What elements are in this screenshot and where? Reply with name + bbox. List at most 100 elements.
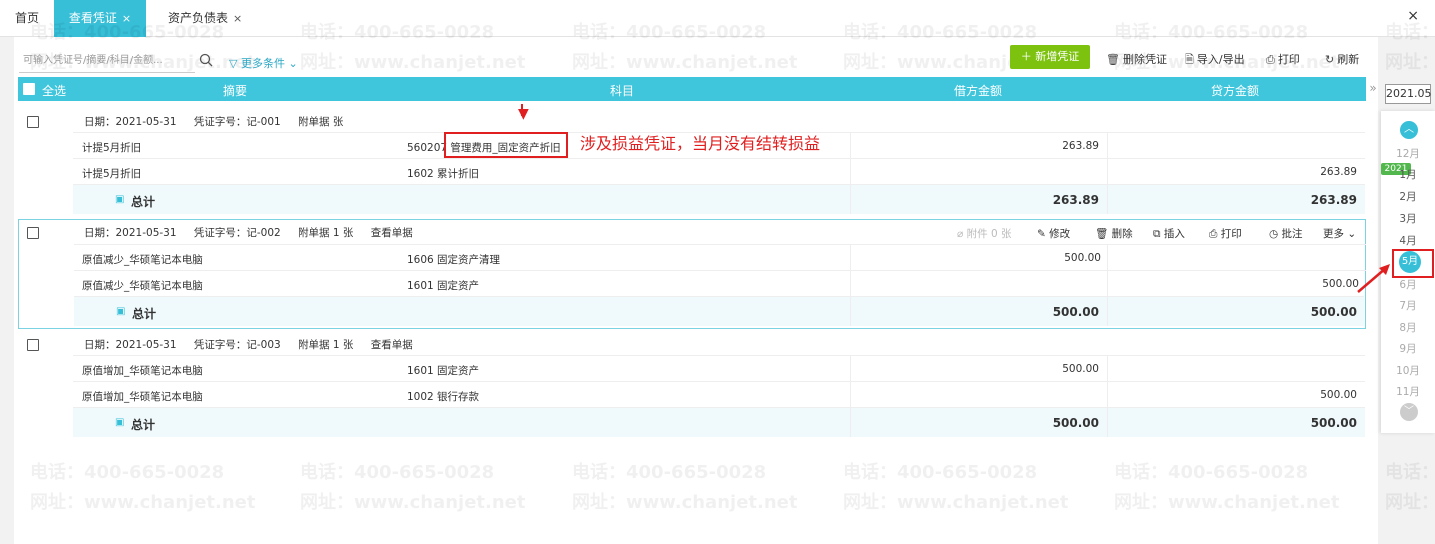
row-debit: 500.00 (1062, 363, 1099, 375)
month-item[interactable]: 3月 (1381, 211, 1435, 226)
column-divider (1107, 356, 1108, 381)
arrow-down-icon: ▼ (518, 106, 529, 122)
voucher-date: 日期：2021-05-31 (84, 339, 177, 351)
voucher-number[interactable]: 凭证字号：记-002 (194, 227, 281, 239)
watermark-site: 网址：www.chanjet.net (1385, 492, 1435, 513)
watermark-phone: 电话：400-665-0028 (1385, 462, 1435, 483)
new-voucher-button[interactable]: ＋ 新增凭证 (1010, 45, 1090, 69)
month-item[interactable]: 4月 (1381, 233, 1435, 248)
voucher-attachments: 附单据 1 张 (298, 339, 354, 351)
insert-label: 插入 (1163, 228, 1185, 240)
print-label: 打印 (1277, 53, 1300, 66)
delete-voucher-button[interactable]: 🗑 删除凭证 (1106, 51, 1167, 67)
insert-button[interactable]: ⧉ 插入 (1153, 226, 1185, 241)
view-documents-link[interactable]: 查看单据 (371, 339, 413, 351)
search-input[interactable]: 可输入凭证号/摘要/科目/金额... (19, 51, 195, 73)
column-divider (850, 271, 851, 296)
total-debit: 500.00 (1052, 305, 1099, 319)
select-all-label: 全选 (42, 84, 67, 98)
select-all-checkbox[interactable] (23, 83, 35, 95)
delete-label: 删除 (1111, 228, 1133, 240)
expand-panel-icon[interactable]: » (1366, 77, 1380, 101)
total-label: 总计 (132, 307, 157, 321)
year-selector[interactable]: 2021.05 (1385, 84, 1432, 104)
import-export-button[interactable]: 🗎 导入/导出 (1185, 51, 1245, 70)
column-divider (850, 185, 851, 214)
print-button[interactable]: ⎙ 打印 (1266, 51, 1300, 67)
more-actions-button[interactable]: 更多 ⌄ (1323, 226, 1356, 241)
column-divider (850, 382, 851, 407)
row-credit: 263.89 (1320, 166, 1357, 178)
delete-button[interactable]: 🗑 删除 (1095, 226, 1133, 241)
chevron-down-icon[interactable]: ﹀ (1400, 403, 1418, 421)
delete-voucher-label: 删除凭证 (1122, 53, 1167, 66)
annotate-label: 批注 (1281, 228, 1303, 240)
trash-icon: 🗑 (1106, 53, 1120, 66)
column-divider (850, 245, 851, 270)
tab-balance-sheet-label: 资产负债表 (168, 11, 229, 25)
watermark-site: 网址：www.chanjet.net (1385, 52, 1435, 73)
row-credit: 500.00 (1320, 389, 1357, 401)
import-export-label: 导入/导出 (1196, 53, 1245, 66)
printer-icon: ⎙ (1209, 228, 1221, 240)
chevron-up-icon[interactable]: ︿ (1400, 121, 1418, 139)
month-item[interactable]: 2月 (1381, 189, 1435, 204)
column-divider (850, 297, 851, 326)
month-item[interactable]: 9月 (1381, 341, 1435, 356)
column-debit: 借方金额 (954, 84, 1003, 98)
month-item[interactable]: 1月 (1381, 167, 1435, 182)
voucher-card-selected: 日期：2021-05-31 凭证字号：记-002 附单据 1 张 查看单据 ⌀ … (18, 219, 1366, 329)
month-item[interactable]: 10月 (1381, 363, 1435, 378)
arrow-icon (1357, 264, 1390, 293)
close-all-icon[interactable]: × (1407, 8, 1419, 24)
tab-balance-sheet[interactable]: 资产负债表 × (168, 0, 242, 37)
edit-button[interactable]: ✎ 修改 (1037, 226, 1070, 241)
voucher-header: 日期：2021-05-31 凭证字号：记-001 附单据 张 (18, 108, 1366, 132)
attachment-button[interactable]: ⌀ 附件 0 张 (957, 226, 1012, 241)
print-voucher-button[interactable]: ⎙ 打印 (1209, 226, 1242, 241)
month-item[interactable]: 12月 (1381, 146, 1435, 161)
row-account: 1601 固定资产 (407, 280, 480, 292)
chevron-down-icon: ⌄ (1344, 228, 1357, 240)
annotate-icon: ◷ (1269, 228, 1282, 240)
more-conditions-label: 更多条件 (240, 57, 285, 70)
voucher-attachments: 附单据 1 张 (298, 227, 354, 239)
highlight-box-month (1392, 249, 1434, 278)
refresh-button[interactable]: ↻ 刷新 (1325, 51, 1359, 67)
row-summary: 计提5月折旧 (82, 168, 142, 180)
close-icon[interactable]: × (122, 12, 131, 25)
voucher-number[interactable]: 凭证字号：记-001 (194, 116, 281, 128)
tab-home[interactable]: 首页 (15, 0, 39, 37)
voucher-header: 日期：2021-05-31 凭证字号：记-002 附单据 1 张 查看单据 ⌀ … (19, 220, 1365, 244)
file-icon: 🗎 (1185, 53, 1194, 66)
column-summary: 摘要 (223, 84, 248, 98)
row-account: 1601 固定资产 (407, 365, 480, 377)
more-conditions-button[interactable]: ▽ 更多条件 ⌄ (229, 55, 298, 71)
month-item[interactable]: 11月 (1381, 384, 1435, 399)
voucher-attachments: 附单据 张 (298, 116, 344, 128)
row-summary: 原值减少_华硕笔记本电脑 (82, 280, 203, 292)
paperclip-icon: ⌀ (957, 228, 967, 240)
row-account: 1602 累计折旧 (407, 168, 480, 180)
total-credit: 263.89 (1310, 193, 1357, 207)
row-account: 1002 银行存款 (407, 391, 480, 403)
table-row: 计提5月折旧 1602 累计折旧 263.89 (73, 158, 1365, 184)
annotation-text: 涉及损益凭证，当月没有结转损益 (580, 134, 821, 153)
voucher-number[interactable]: 凭证字号：记-003 (194, 339, 281, 351)
column-divider (850, 159, 851, 184)
search-icon[interactable] (199, 53, 213, 67)
month-item[interactable]: 7月 (1381, 298, 1435, 313)
total-label: 总计 (131, 418, 156, 432)
highlight-box-account (444, 132, 568, 158)
annotate-button[interactable]: ◷ 批注 (1269, 226, 1303, 241)
table-row: 原值减少_华硕笔记本电脑 1606 固定资产清理 500.00 (74, 244, 1366, 270)
tab-view-voucher[interactable]: 查看凭证 × (54, 0, 146, 37)
view-documents-link[interactable]: 查看单据 (371, 227, 413, 239)
month-item[interactable]: 8月 (1381, 320, 1435, 335)
voucher-total-row: ▣ 总计 500.00 500.00 (74, 296, 1364, 326)
edit-icon: ✎ (1037, 228, 1050, 240)
voucher-date: 日期：2021-05-31 (84, 116, 177, 128)
column-account: 科目 (610, 84, 635, 98)
row-summary: 原值增加_华硕笔记本电脑 (82, 391, 203, 403)
close-icon[interactable]: × (233, 12, 242, 25)
